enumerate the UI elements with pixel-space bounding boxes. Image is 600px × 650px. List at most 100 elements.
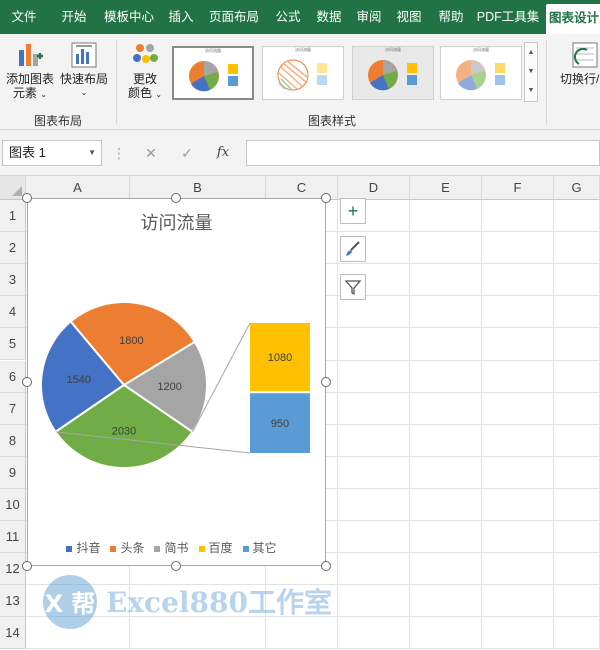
row-header[interactable]: 2 [0,232,26,265]
column-header[interactable]: F [482,176,554,200]
column-header[interactable]: E [410,176,482,200]
grid-line [481,200,482,650]
data-label[interactable]: 1080 [268,352,292,364]
row-header[interactable]: 5 [0,328,26,361]
add-chart-element-icon [19,44,43,66]
grid-line [409,200,410,650]
legend-label: 百度 [208,541,233,555]
resize-handle[interactable] [171,193,181,203]
row-header[interactable]: 10 [0,488,26,521]
brush-icon [346,241,360,256]
data-label[interactable]: 1200 [157,381,181,393]
row-header[interactable]: 14 [0,617,26,650]
chart-filters-button[interactable] [340,274,366,300]
column-header[interactable]: B [130,176,266,200]
chevron-down-icon[interactable]: ▼ [525,62,537,81]
row-header[interactable]: 6 [0,360,26,393]
resize-handle[interactable] [321,377,331,387]
resize-handle[interactable] [22,561,32,571]
switch-row-column-button[interactable]: 切换行/ [556,40,600,106]
column-header[interactable]: G [554,176,600,200]
legend-entry[interactable]: 其它 [242,541,277,555]
quick-layout-button[interactable]: 快速布局 ⌄ [58,40,110,106]
svg-text:X 帮: X 帮 [45,590,96,618]
chart-styles-button[interactable] [340,236,366,262]
pie-thumb-icon [368,60,417,91]
formula-input[interactable] [246,140,600,166]
enter-icon[interactable]: ✓ [176,140,198,166]
column-header[interactable]: A [26,176,130,200]
gallery-more-icon[interactable]: ▼ [525,81,537,100]
resize-handle[interactable] [171,561,181,571]
menu-tab[interactable]: 审阅 [352,0,386,34]
name-box-value: 图表 1 [9,145,46,160]
menu-tab[interactable]: 公式 [270,0,306,34]
grid-line [26,648,600,650]
data-label[interactable]: 1540 [67,374,91,386]
row-header[interactable]: 13 [0,585,26,618]
change-colors-label-2: 颜色 [127,86,152,100]
legend-label: 抖音 [76,541,101,555]
resize-handle[interactable] [321,561,331,571]
chevron-down-icon: ⌄ [40,90,48,99]
legend-swatch [242,545,249,552]
palette-icon [133,44,158,63]
pie-thumb-icon [456,60,505,91]
column-header[interactable]: D [338,176,410,200]
quick-layout-icon [71,42,97,68]
chart-area[interactable]: 访问流量 1540 1800 1200 2030 1080 950 抖音 头条 简书 百度 其它 [27,198,326,566]
legend-entry[interactable]: 抖音 [66,541,100,555]
legend-label: 简书 [164,541,189,555]
legend-entry[interactable]: 简书 [154,541,189,555]
switch-row-column-label: 切换行/ [560,72,600,86]
resize-handle[interactable] [22,377,32,387]
resize-handle[interactable] [22,193,32,203]
legend-swatch [154,545,161,552]
gallery-scroll[interactable]: ▲ ▼ ▼ [524,42,538,102]
row-header[interactable]: 8 [0,424,26,457]
chart-style-1[interactable]: 访问流量 [172,46,254,100]
add-chart-element-button[interactable]: 添加图表 元素 ⌄ [4,40,56,106]
legend-swatch [66,545,73,552]
resize-handle[interactable] [321,193,331,203]
pie-thumb-icon [189,61,238,92]
chevron-up-icon[interactable]: ▲ [525,43,537,62]
row-header[interactable]: 1 [0,200,26,233]
menu-tab[interactable]: 视图 [392,0,426,34]
chart-style-3[interactable]: 访问流量 [352,46,434,100]
menu-tab[interactable]: 帮助 [432,0,470,34]
data-label[interactable]: 1800 [119,335,143,347]
chart-elements-button[interactable]: + [340,198,366,224]
data-label[interactable]: 2030 [112,426,136,438]
insert-function-icon[interactable]: fx [212,140,234,166]
menu-tab[interactable]: 模板中心 [98,0,160,34]
row-header[interactable]: 12 [0,553,26,586]
cancel-icon[interactable]: ✕ [140,140,162,166]
row-header[interactable]: 7 [0,392,26,425]
grid-line [553,200,554,650]
menu-bar: 文件 开始 模板中心 插入 页面布局 公式 数据 审阅 视图 帮助 PDF工具集 图表设计 [0,0,600,34]
row-header[interactable]: 11 [0,521,26,554]
chart-style-4[interactable]: 访问流量 [440,46,522,100]
menu-tab[interactable]: 图表设计 [546,4,600,34]
menu-tab[interactable]: 插入 [164,0,198,34]
menu-tab[interactable]: 数据 [312,0,346,34]
menu-tab[interactable]: 页面布局 [204,0,264,34]
legend-swatch [110,545,117,552]
menu-tab[interactable]: 文件 [0,0,48,34]
chart-plot: 1540 1800 1200 2030 1080 950 [40,301,310,469]
chart-style-2[interactable]: 访问流量 [262,46,344,100]
row-header[interactable]: 9 [0,456,26,489]
menu-tab[interactable]: PDF工具集 [474,0,542,34]
name-box[interactable]: 图表 1 ▼ [2,140,102,166]
row-header[interactable]: 4 [0,296,26,329]
formula-bar: 图表 1 ▼ ⋮ ✕ ✓ fx [0,130,600,176]
legend-entry[interactable]: 百度 [198,541,233,555]
chart-legend[interactable]: 抖音 头条 简书 百度 其它 [28,539,325,556]
chevron-down-icon[interactable]: ▼ [88,141,96,165]
legend-entry[interactable]: 头条 [110,541,144,555]
row-header[interactable]: 3 [0,264,26,297]
data-label[interactable]: 950 [271,418,289,430]
menu-tab[interactable]: 开始 [52,0,96,34]
change-colors-button[interactable]: 更改 颜色 ⌄ [122,40,168,106]
